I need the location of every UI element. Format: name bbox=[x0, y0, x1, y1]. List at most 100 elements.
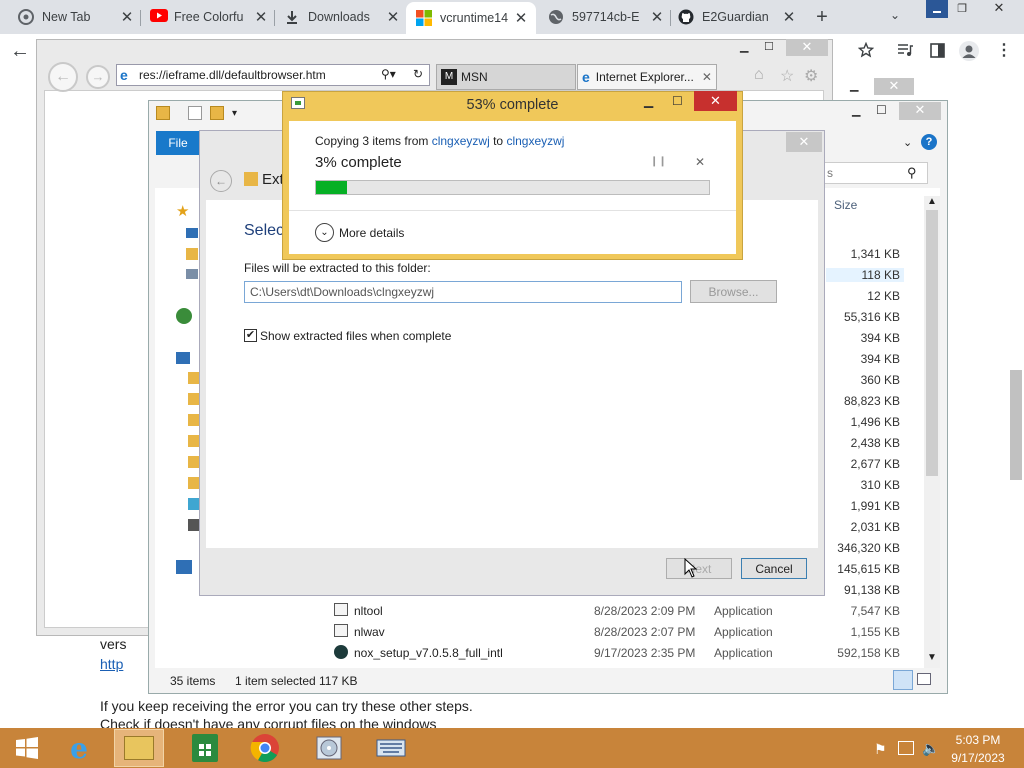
copy-close-button[interactable]: ✕ bbox=[694, 91, 737, 111]
large-icons-view-icon[interactable] bbox=[917, 673, 931, 685]
tab-597714cb[interactable]: 597714cb-E ✕ bbox=[548, 4, 666, 30]
keyboard-taskbar-button[interactable] bbox=[366, 729, 416, 767]
explorer-back-close-button[interactable]: ✕ bbox=[874, 78, 914, 95]
more-details-button[interactable]: More details bbox=[339, 226, 404, 240]
file-row[interactable]: nlwav 8/28/2023 2:07 PM Application 1,15… bbox=[334, 623, 904, 643]
profile-avatar[interactable] bbox=[959, 41, 979, 61]
start-button[interactable] bbox=[2, 729, 52, 767]
scrollbar[interactable]: ▲ ▼ bbox=[924, 196, 940, 668]
ie-tab-internet-explorer[interactable]: e Internet Explorer... ✕ bbox=[577, 64, 717, 90]
recent-places-icon[interactable] bbox=[186, 269, 198, 279]
close-window-button[interactable]: ✕ bbox=[976, 0, 1022, 18]
close-tab-icon[interactable]: ✕ bbox=[648, 8, 666, 26]
show-files-checkbox[interactable]: ✔ bbox=[244, 329, 257, 342]
clock-time[interactable]: 5:03 PM bbox=[946, 733, 1010, 747]
quick-access-dropdown-icon[interactable]: ▾ bbox=[232, 108, 237, 119]
tab-youtube[interactable]: Free Colorfu ✕ bbox=[150, 4, 270, 30]
youtube-icon bbox=[150, 9, 168, 25]
chrome-taskbar-button[interactable] bbox=[240, 729, 290, 767]
properties-icon[interactable] bbox=[188, 106, 202, 120]
file-explorer-taskbar-button[interactable] bbox=[114, 729, 164, 767]
ribbon-expand-icon[interactable]: ⌄ bbox=[903, 136, 912, 149]
this-pc-icon[interactable] bbox=[176, 352, 190, 364]
favorites-star-icon[interactable]: ★ bbox=[176, 202, 189, 220]
home-icon[interactable]: ⌂ bbox=[754, 66, 764, 84]
ie-minimize-button[interactable]: ▁ bbox=[740, 40, 748, 53]
cancel-button[interactable]: Cancel bbox=[741, 558, 807, 579]
new-folder-icon[interactable] bbox=[210, 106, 224, 120]
ie-taskbar-button[interactable]: e bbox=[54, 729, 104, 767]
chrome-menu-icon[interactable]: ⋮ bbox=[996, 40, 1012, 60]
close-tab-icon[interactable]: ✕ bbox=[512, 9, 530, 27]
action-center-flag-icon[interactable]: ⚑ bbox=[874, 741, 887, 758]
wizard-title: Ext bbox=[262, 171, 284, 188]
link-fragment[interactable]: http bbox=[100, 656, 123, 672]
destination-folder-link[interactable]: clngxeyzwj bbox=[506, 134, 564, 148]
search-icon[interactable]: ⚲▾ bbox=[381, 67, 396, 81]
back-arrow-icon[interactable]: ← bbox=[10, 40, 30, 63]
ie-maximize-button[interactable]: ☐ bbox=[764, 40, 774, 53]
ie-address-bar[interactable]: e res://ieframe.dll/defaultbrowser.htm ⚲… bbox=[116, 64, 430, 86]
downloads-folder-icon[interactable] bbox=[186, 248, 198, 260]
close-tab-icon[interactable]: ✕ bbox=[702, 70, 712, 84]
cancel-copy-icon[interactable]: ✕ bbox=[695, 155, 705, 169]
network-tray-icon[interactable] bbox=[898, 741, 914, 755]
side-panel-icon[interactable] bbox=[930, 43, 945, 58]
cd-burn-taskbar-button[interactable] bbox=[304, 729, 354, 767]
close-tab-icon[interactable]: ✕ bbox=[118, 8, 136, 26]
tab-vcruntime[interactable]: vcruntime14 ✕ bbox=[406, 2, 536, 34]
tab-downloads[interactable]: Downloads ✕ bbox=[284, 4, 402, 30]
close-tab-icon[interactable]: ✕ bbox=[780, 8, 798, 26]
browse-button[interactable]: Browse... bbox=[690, 280, 777, 303]
store-taskbar-button[interactable] bbox=[180, 729, 230, 767]
new-tab-button[interactable]: + bbox=[811, 6, 833, 28]
tab-e2guardian[interactable]: E2Guardian ✕ bbox=[678, 4, 798, 30]
restore-button[interactable]: ❐ bbox=[951, 2, 973, 18]
next-button[interactable]: Next bbox=[666, 558, 732, 579]
bookmark-star-icon[interactable] bbox=[858, 42, 874, 58]
favorites-icon[interactable]: ☆ bbox=[780, 66, 794, 86]
destination-folder-input[interactable] bbox=[244, 281, 682, 303]
explorer-minimize-button[interactable]: ▁ bbox=[850, 79, 858, 92]
desktop-icon[interactable] bbox=[186, 228, 198, 238]
close-tab-icon[interactable]: ✕ bbox=[384, 8, 402, 26]
explorer-search-box[interactable]: s ⚲ bbox=[824, 162, 928, 184]
explorer-close-button[interactable]: ✕ bbox=[899, 102, 941, 120]
file-menu-tab[interactable]: File bbox=[156, 131, 200, 155]
status-item-count: 35 items bbox=[170, 674, 216, 688]
wizard-back-button[interactable]: ← bbox=[210, 170, 232, 192]
copy-minimize-button[interactable]: ▁ bbox=[644, 94, 653, 108]
tab-search-icon[interactable]: ⌄ bbox=[890, 8, 900, 22]
source-folder-link[interactable]: clngxeyzwj bbox=[432, 134, 490, 148]
ie-close-button[interactable]: ✕ bbox=[786, 39, 828, 56]
close-tab-icon[interactable]: ✕ bbox=[252, 8, 270, 26]
media-queue-icon[interactable] bbox=[897, 43, 913, 57]
pause-icon[interactable]: ❙❙ bbox=[650, 156, 667, 167]
copy-progress-bar bbox=[315, 180, 710, 195]
refresh-icon[interactable]: ↻ bbox=[413, 67, 423, 81]
homegroup-icon[interactable] bbox=[176, 308, 192, 324]
ie-back-button[interactable]: ← bbox=[48, 62, 78, 92]
file-row[interactable]: nltool 8/28/2023 2:09 PM Application 7,5… bbox=[334, 602, 904, 622]
help-icon[interactable]: ? bbox=[921, 134, 937, 150]
minimize-button[interactable] bbox=[926, 0, 948, 18]
expand-chevron-icon[interactable]: ⌄ bbox=[315, 223, 334, 242]
ie-forward-button[interactable]: → bbox=[86, 65, 110, 89]
ie-icon: e bbox=[70, 731, 88, 765]
volume-muted-icon[interactable]: 🔈 bbox=[922, 740, 939, 757]
clock-date[interactable]: 9/17/2023 bbox=[946, 751, 1010, 765]
ie-tab-msn[interactable]: M MSN bbox=[436, 64, 576, 90]
details-view-icon[interactable] bbox=[893, 670, 913, 690]
copy-maximize-button[interactable]: ☐ bbox=[672, 94, 683, 108]
file-size-cell: 346,320 KB bbox=[837, 541, 900, 555]
settings-gear-icon[interactable]: ⚙ bbox=[804, 66, 818, 86]
wizard-close-button[interactable]: ✕ bbox=[786, 132, 822, 152]
tab-new-tab[interactable]: New Tab ✕ bbox=[18, 4, 136, 30]
column-header-size[interactable]: Size bbox=[834, 198, 857, 212]
page-scrollbar-thumb[interactable] bbox=[1010, 370, 1022, 480]
explorer-minimize-button[interactable]: ▁ bbox=[852, 104, 860, 117]
file-row[interactable]: nox_setup_v7.0.5.8_full_intl 9/17/2023 2… bbox=[334, 644, 904, 664]
network-icon[interactable] bbox=[176, 560, 192, 574]
show-files-label: Show extracted files when complete bbox=[260, 329, 452, 343]
explorer-maximize-button[interactable]: ☐ bbox=[876, 103, 887, 117]
